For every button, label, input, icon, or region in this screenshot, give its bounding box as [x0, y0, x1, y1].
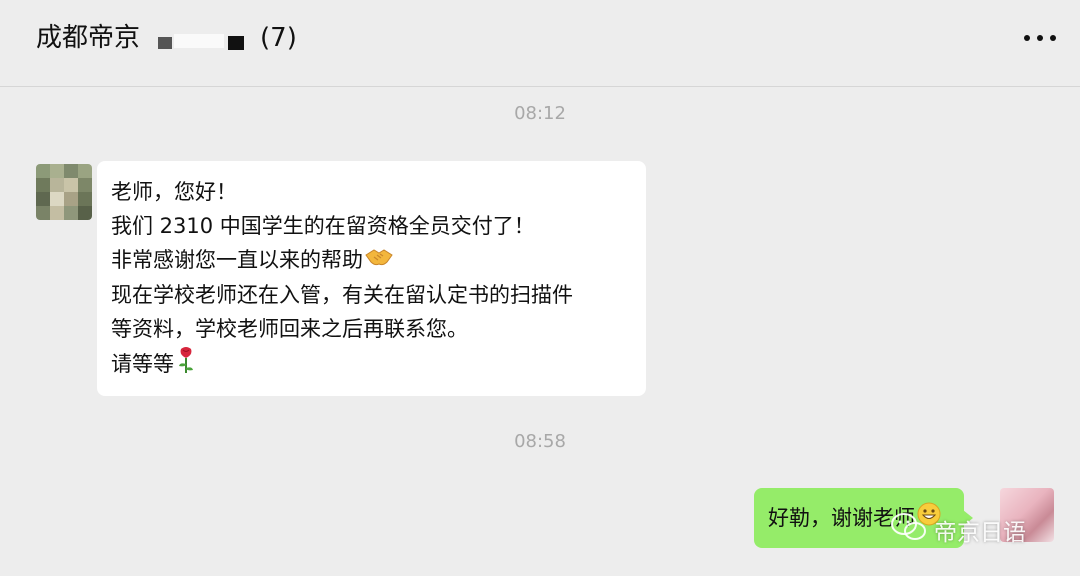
message-line: 老师，您好！ — [111, 180, 237, 204]
message-line: 等资料，学校老师回来之后再联系您。 — [111, 317, 468, 341]
chat-header: 成都帝京 (7) — [0, 0, 1080, 87]
chat-title: 成都帝京 — [36, 23, 141, 53]
watermark-text: 帝京日语 — [934, 520, 1026, 546]
wechat-icon — [890, 512, 928, 548]
handshake-emoji — [365, 244, 393, 278]
member-count: (7) — [260, 23, 297, 53]
message-line-text: 请等等 — [111, 352, 174, 376]
message-line-with-emoji: 非常感谢您一直以来的帮助 — [111, 243, 646, 278]
more-dots-icon[interactable] — [1024, 24, 1056, 52]
timestamp: 08:58 — [514, 431, 566, 452]
message-line: 我们 2310 中国学生的在留资格全员交付了！ — [111, 214, 535, 238]
watermark: 帝京日语 — [890, 510, 1026, 550]
message-line: 现在学校老师还在入管，有关在留认定书的扫描件 — [111, 283, 573, 307]
message-bubble-incoming[interactable]: 老师，您好！ 我们 2310 中国学生的在留资格全员交付了！ 非常感谢您一直以来… — [97, 161, 646, 396]
chat-title-group[interactable]: 成都帝京 (7) — [36, 18, 297, 58]
rose-emoji — [176, 346, 196, 384]
avatar[interactable] — [36, 164, 92, 220]
redacted-name — [150, 26, 254, 50]
timestamp: 08:12 — [514, 103, 566, 124]
message-line-text: 非常感谢您一直以来的帮助 — [111, 248, 363, 272]
message-line-with-emoji: 请等等 — [111, 346, 646, 384]
